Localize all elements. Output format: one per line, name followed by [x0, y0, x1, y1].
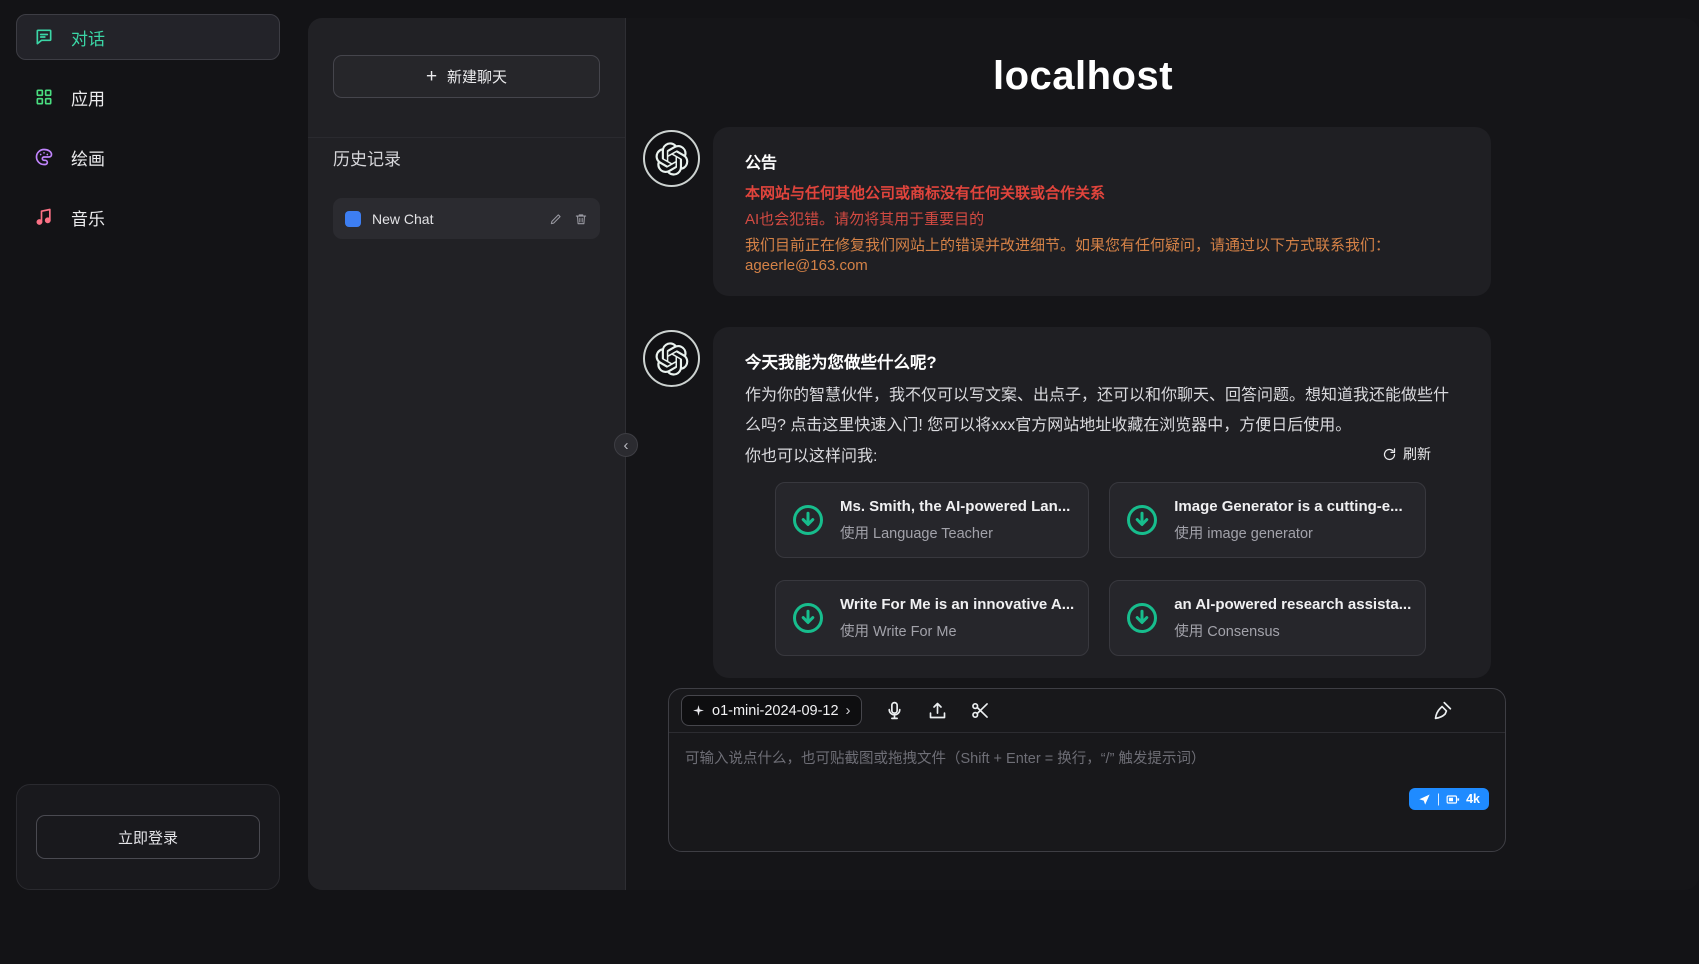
battery-icon — [1446, 794, 1460, 805]
sidebar-item-label: 对话 — [71, 25, 105, 50]
openai-logo-icon — [655, 142, 689, 176]
announcement-line1: 本网站与任何其他公司或商标没有任何关联或合作关系 — [745, 182, 1459, 203]
openai-logo-icon — [655, 342, 689, 376]
suggestion-card[interactable]: Write For Me is an innovative A... 使用 Wr… — [775, 580, 1089, 656]
chat-bubble-icon — [33, 26, 55, 48]
announcement-line2: AI也会犯错。请勿将其用于重要目的 — [745, 208, 1459, 229]
new-chat-label: 新建聊天 — [447, 66, 507, 87]
sidebar-item-music[interactable]: 音乐 — [16, 194, 280, 240]
assistant-avatar — [643, 330, 700, 387]
suggestion-grid: Ms. Smith, the AI-powered Lan... 使用 Lang… — [775, 482, 1419, 656]
palette-icon — [33, 146, 55, 168]
chat-session-actions — [549, 212, 588, 226]
page-title: localhost — [643, 54, 1523, 99]
login-button[interactable]: 立即登录 — [36, 815, 260, 859]
chat-session-title: New Chat — [372, 211, 538, 227]
model-name: o1-mini-2024-09-12 — [712, 703, 839, 719]
chat-session-avatar — [345, 211, 361, 227]
chat-window: + 新建聊天 历史记录 New Chat ‹ localhost — [308, 18, 1699, 890]
suggestion-title: an AI-powered research assista... — [1174, 596, 1411, 613]
download-circle-icon — [790, 502, 826, 538]
badge-divider: | — [1437, 792, 1440, 806]
divider — [308, 137, 625, 138]
suggestion-card[interactable]: Image Generator is a cutting-e... 使用 ima… — [1109, 482, 1426, 558]
collapse-sidebar-handle[interactable]: ‹ — [614, 433, 638, 457]
clear-context-broom-icon[interactable] — [1432, 700, 1453, 721]
edit-pencil-icon[interactable] — [549, 212, 563, 226]
music-note-icon — [33, 206, 55, 228]
scissors-icon[interactable] — [970, 700, 991, 721]
contact-email-link[interactable]: ageerle@163.com — [745, 257, 868, 274]
download-circle-icon — [1124, 502, 1160, 538]
refresh-button[interactable]: 刷新 — [1382, 444, 1431, 464]
suggestion-subtitle: 使用 Consensus — [1174, 620, 1411, 641]
chat-history-panel: + 新建聊天 历史记录 New Chat — [308, 18, 626, 890]
ask-me-label: 你也可以这样问我: — [745, 442, 877, 466]
sidebar-item-label: 音乐 — [71, 205, 105, 230]
announcement-title: 公告 — [745, 149, 1459, 173]
app-root: 对话 应用 绘画 音乐 立即登录 + — [0, 0, 1699, 964]
welcome-title: 今天我能为您做些什么呢? — [745, 349, 1459, 373]
sparkle-icon — [692, 704, 705, 717]
download-circle-icon — [1124, 600, 1160, 636]
suggestion-card[interactable]: Ms. Smith, the AI-powered Lan... 使用 Lang… — [775, 482, 1089, 558]
suggestion-card[interactable]: an AI-powered research assista... 使用 Con… — [1109, 580, 1426, 656]
upload-icon[interactable] — [927, 700, 948, 721]
login-panel: 立即登录 — [16, 784, 280, 890]
sidebar-item-chat[interactable]: 对话 — [16, 14, 280, 60]
download-circle-icon — [790, 600, 826, 636]
sidebar-item-label: 应用 — [71, 85, 105, 110]
suggestion-title: Ms. Smith, the AI-powered Lan... — [840, 498, 1070, 515]
token-count: 4k — [1466, 792, 1480, 806]
send-plane-icon — [1418, 793, 1431, 806]
delete-trash-icon[interactable] — [574, 212, 588, 226]
chevron-left-icon: ‹ — [624, 438, 629, 453]
microphone-icon[interactable] — [884, 700, 905, 721]
sidebar-item-label: 绘画 — [71, 145, 105, 170]
suggestion-title: Write For Me is an innovative A... — [840, 596, 1074, 613]
composer: o1-mini-2024-09-12 › — [668, 688, 1506, 852]
composer-input-area: | 4k — [669, 733, 1505, 852]
new-chat-button[interactable]: + 新建聊天 — [333, 55, 600, 98]
refresh-icon — [1382, 447, 1397, 462]
composer-toolbar: o1-mini-2024-09-12 › — [669, 689, 1505, 733]
welcome-bubble: 今天我能为您做些什么呢? 作为你的智慧伙伴，我不仅可以写文案、出点子，还可以和你… — [713, 327, 1491, 678]
announcement-bubble: 公告 本网站与任何其他公司或商标没有任何关联或合作关系 AI也会犯错。请勿将其用… — [713, 127, 1491, 296]
plus-icon: + — [426, 67, 437, 86]
announcement-line3: 我们目前正在修复我们网站上的错误并改进细节。如果您有任何疑问，请通过以下方式联系… — [745, 234, 1459, 255]
apps-grid-icon — [33, 86, 55, 108]
message-input[interactable] — [685, 747, 1489, 831]
model-selector[interactable]: o1-mini-2024-09-12 › — [681, 695, 862, 726]
chat-main: ‹ localhost 公告 本网站与任何其他公司或商标没有任何关联或合作关系 … — [626, 18, 1699, 890]
chat-content: localhost 公告 本网站与任何其他公司或商标没有任何关联或合作关系 AI… — [643, 18, 1523, 890]
suggestion-subtitle: 使用 Write For Me — [840, 620, 1074, 641]
history-title: 历史记录 — [333, 145, 600, 170]
suggestion-subtitle: 使用 Language Teacher — [840, 522, 1070, 543]
suggestion-title: Image Generator is a cutting-e... — [1174, 498, 1402, 515]
sidebar-item-paint[interactable]: 绘画 — [16, 134, 280, 180]
assistant-avatar — [643, 130, 700, 187]
sidebar: 对话 应用 绘画 音乐 立即登录 — [0, 0, 296, 964]
suggestion-subtitle: 使用 image generator — [1174, 522, 1402, 543]
send-token-badge[interactable]: | 4k — [1409, 788, 1489, 810]
chat-session-item[interactable]: New Chat — [333, 198, 600, 239]
sidebar-item-apps[interactable]: 应用 — [16, 74, 280, 120]
welcome-body: 作为你的智慧伙伴，我不仅可以写文案、出点子，还可以和你聊天、回答问题。想知道我还… — [745, 381, 1459, 440]
message-welcome: 今天我能为您做些什么呢? 作为你的智慧伙伴，我不仅可以写文案、出点子，还可以和你… — [643, 327, 1491, 678]
refresh-label: 刷新 — [1403, 444, 1431, 464]
message-announcement: 公告 本网站与任何其他公司或商标没有任何关联或合作关系 AI也会犯错。请勿将其用… — [643, 127, 1491, 296]
chevron-right-icon: › — [846, 702, 851, 719]
